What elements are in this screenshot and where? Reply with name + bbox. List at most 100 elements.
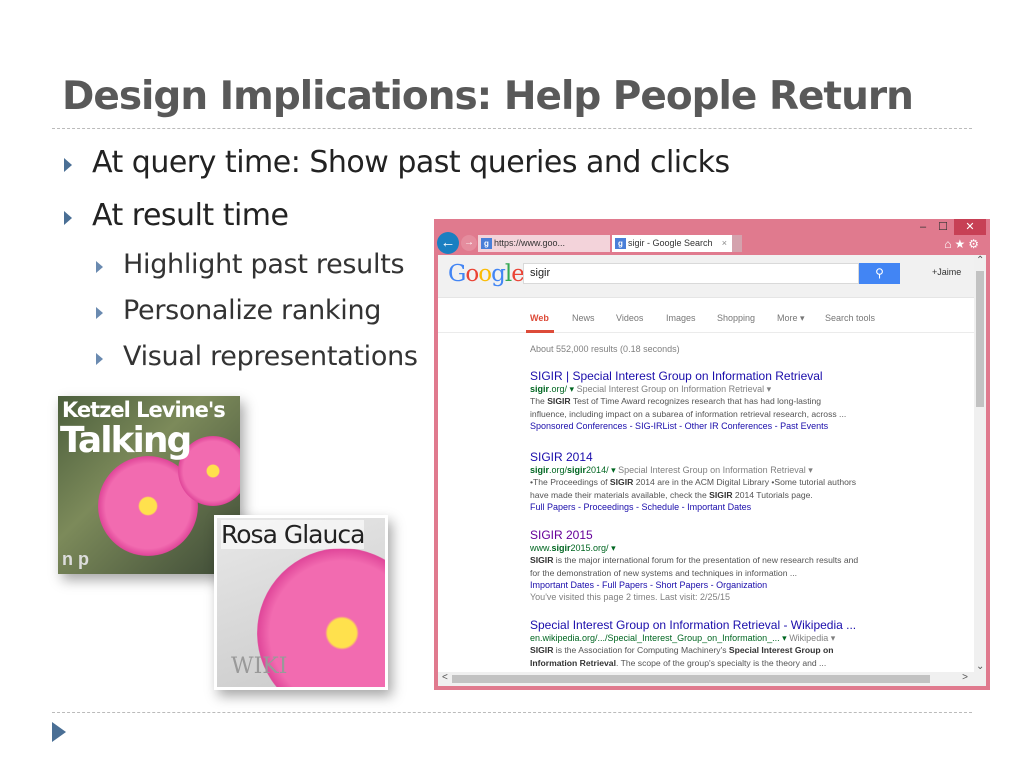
horizontal-scrollbar[interactable]: < > — [438, 672, 974, 686]
vertical-scrollbar[interactable]: ⌃ ⌄ — [974, 255, 986, 686]
minimize-button[interactable]: – — [912, 219, 934, 235]
logo-letter: o — [465, 261, 479, 287]
search-result: Special Interest Group on Information Re… — [530, 618, 970, 669]
result-title-link[interactable]: SIGIR 2014 — [530, 450, 970, 464]
scrollbar-thumb[interactable] — [976, 271, 984, 407]
google-favicon: g — [481, 238, 492, 249]
nav-search-tools[interactable]: Search tools — [825, 313, 875, 323]
rosa-glauca-image: Rosa Glauca WIKI — [214, 515, 388, 690]
search-result: SIGIR 2015 www.sigir2015.org/ ▾ SIGIR is … — [530, 528, 970, 603]
snippet-segment: Special Interest Group on — [728, 645, 834, 655]
tab-google-search[interactable]: g sigir - Google Search × — [612, 235, 732, 252]
footer-arrow-icon — [52, 722, 66, 742]
result-title-link[interactable]: SIGIR 2015 — [530, 528, 970, 542]
address-text: https://www.goo... — [494, 238, 566, 248]
sub-bullet-icon — [96, 307, 103, 319]
scrollbar-thumb[interactable] — [452, 675, 930, 683]
url-segment: 2015.org/ — [570, 543, 609, 553]
url-dropdown-icon[interactable]: ▾ — [567, 384, 577, 394]
url-segment: www. — [530, 543, 552, 553]
result-snippet: SIGIR is the major international forum f… — [530, 554, 970, 567]
scroll-down-icon[interactable]: ⌄ — [976, 661, 984, 672]
home-favorites-settings-icons[interactable]: ⌂★⚙ — [944, 237, 982, 251]
url-segment: 2014/ — [586, 465, 609, 475]
tab-close-icon[interactable]: × — [722, 235, 727, 252]
scroll-left-icon[interactable]: < — [442, 672, 448, 683]
url-segment: sigir — [530, 384, 550, 394]
talking-plants-image: Ketzel Levine's Talking n p — [58, 396, 240, 574]
nav-videos[interactable]: Videos — [616, 313, 643, 323]
snippet-segment: The — [530, 396, 548, 406]
snippet-segment: •The Proceedings of — [530, 477, 610, 487]
result-stats: About 552,000 results (0.18 seconds) — [530, 344, 680, 354]
url-extra: Special Interest Group on Information Re… — [576, 384, 772, 394]
snippet-segment: SIGIR — [709, 489, 733, 500]
logo-letter: G — [448, 261, 466, 287]
nav-images[interactable]: Images — [666, 313, 696, 323]
sub-bullet-1: Highlight past results — [123, 249, 405, 280]
result-title-link[interactable]: SIGIR | Special Interest Group on Inform… — [530, 369, 970, 383]
url-dropdown-icon[interactable]: ▾ — [780, 633, 790, 643]
search-button[interactable]: ⚲ — [859, 263, 900, 284]
url-segment: en.wikipedia.org/.../Special_Interest_Gr… — [530, 633, 780, 643]
result-url: sigir.org/sigir2014/ ▾ Special Interest … — [530, 464, 970, 476]
bullet-icon — [64, 158, 72, 172]
url-segment: .org/ — [549, 384, 568, 394]
logo-letter: o — [478, 261, 492, 287]
result-snippet: for the demonstration of new systems and… — [530, 567, 970, 580]
active-tab-indicator — [526, 330, 554, 333]
snippet-segment: influence, including impact on a subarea… — [530, 408, 847, 419]
result-title-link[interactable]: Special Interest Group on Information Re… — [530, 618, 970, 632]
web-page: Google sigir ⚲ +Jaime Web News Videos Im… — [438, 255, 986, 686]
google-header: Google sigir ⚲ +Jaime — [438, 255, 974, 298]
search-input[interactable]: sigir — [523, 263, 859, 284]
nav-web[interactable]: Web — [530, 313, 549, 323]
sitelinks[interactable]: Full Papers - Proceedings - Schedule - I… — [530, 501, 970, 513]
sub-bullet-2: Personalize ranking — [123, 295, 382, 326]
bullet-icon — [64, 211, 72, 225]
maximize-button[interactable]: ☐ — [932, 219, 954, 235]
sitelinks[interactable]: Sponsored Conferences - SIG-IRList - Oth… — [530, 420, 970, 432]
snippet-segment: have made their materials available, che… — [530, 489, 710, 500]
forward-button[interactable]: → — [461, 235, 477, 251]
new-tab-button[interactable] — [732, 235, 742, 252]
snippet-segment: is the Association for Computing Machine… — [553, 645, 729, 655]
back-button[interactable]: ← — [437, 232, 459, 254]
logo-letter: g — [491, 261, 506, 287]
result-url: www.sigir2015.org/ ▾ — [530, 542, 970, 554]
search-result: SIGIR 2014 sigir.org/sigir2014/ ▾ Special… — [530, 450, 970, 513]
browser-tabbar: ← → g https://www.goo... g sigir - Googl… — [434, 219, 990, 257]
visit-note: You've visited this page 2 times. Last v… — [530, 592, 730, 602]
slide-title: Design Implications: Help People Return — [62, 74, 914, 119]
npr-logo: n p — [62, 549, 89, 569]
title-divider — [52, 128, 972, 129]
image-caption: Rosa Glauca — [221, 520, 365, 549]
tab-title: sigir - Google Search — [628, 238, 713, 248]
snippet-segment: SIGIR — [530, 645, 554, 655]
nav-more[interactable]: More ▾ — [777, 313, 805, 324]
sitelinks[interactable]: Important Dates - Full Papers - Short Pa… — [530, 579, 970, 591]
address-bar[interactable]: g https://www.goo... — [478, 235, 610, 252]
close-button[interactable]: ✕ — [954, 219, 986, 235]
url-dropdown-icon[interactable]: ▾ — [609, 465, 619, 475]
search-nav: Web News Videos Images Shopping More ▾ S… — [438, 299, 974, 333]
url-extra: Wikipedia ▾ — [789, 633, 836, 643]
image-text: Talking — [60, 420, 192, 461]
result-url: en.wikipedia.org/.../Special_Interest_Gr… — [530, 632, 970, 644]
snippet-segment: for the demonstration of new systems and… — [530, 567, 798, 578]
google-logo[interactable]: Google — [448, 261, 525, 287]
bullet-1: At query time: Show past queries and cli… — [92, 145, 730, 180]
url-segment: sigir — [551, 543, 571, 553]
nav-news[interactable]: News — [572, 313, 595, 323]
result-snippet: have made their materials available, che… — [530, 489, 970, 502]
user-link[interactable]: +Jaime — [932, 267, 961, 277]
nav-shopping[interactable]: Shopping — [717, 313, 755, 323]
browser-window: ← → g https://www.goo... g sigir - Googl… — [434, 219, 990, 690]
scroll-up-icon[interactable]: ⌃ — [976, 255, 984, 266]
scroll-right-icon[interactable]: > — [962, 672, 968, 683]
url-dropdown-icon[interactable]: ▾ — [609, 543, 616, 553]
sub-bullet-icon — [96, 353, 103, 365]
snippet-segment: Information Retrieval — [530, 657, 616, 668]
wikipedia-watermark: WIKI — [231, 654, 288, 679]
logo-letter: e — [511, 261, 525, 287]
